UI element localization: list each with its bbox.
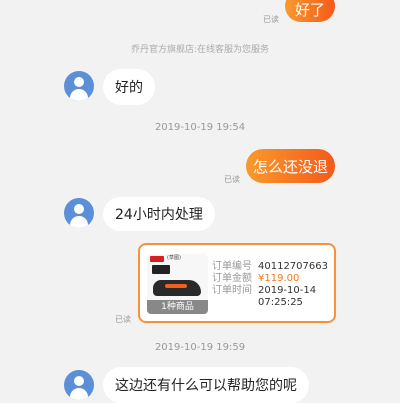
message-bubble-incoming[interactable]: 这边还有什么可以帮助您的呢 bbox=[103, 367, 309, 403]
message-text: 24小时内处理 bbox=[115, 207, 203, 223]
user-avatar-icon[interactable] bbox=[64, 370, 94, 400]
timestamp: 2019-10-19 19:59 bbox=[154, 342, 246, 353]
read-receipt: 已读 bbox=[263, 15, 279, 24]
message-bubble-outgoing[interactable]: 好了 bbox=[285, 0, 335, 22]
user-avatar-icon[interactable] bbox=[64, 198, 94, 228]
brand-logo-icon bbox=[150, 256, 164, 262]
system-notice: 乔丹官方旗舰店:在线客服为您服务 bbox=[130, 45, 270, 55]
message-bubble-incoming[interactable]: 24小时内处理 bbox=[103, 197, 215, 231]
read-receipt: 已读 bbox=[224, 175, 240, 184]
message-text: 好了 bbox=[294, 0, 325, 19]
order-amount-value: ¥119.00 bbox=[258, 273, 300, 284]
order-card[interactable]: (草图) 1种商品 订单编号 40112707663 订单金额 ¥119.00 … bbox=[138, 243, 336, 323]
timestamp: 2019-10-19 19:54 bbox=[154, 122, 246, 133]
message-bubble-outgoing[interactable]: 怎么还没退 bbox=[246, 149, 335, 183]
order-number-label: 订单编号 bbox=[212, 261, 252, 272]
order-number-value: 40112707663 bbox=[258, 261, 328, 272]
order-time-clock: 07:25:25 bbox=[258, 297, 303, 308]
message-text: 这边还有什么可以帮助您的呢 bbox=[115, 378, 297, 394]
message-bubble-incoming[interactable]: 好的 bbox=[103, 69, 155, 105]
item-count: 1种商品 bbox=[147, 300, 208, 314]
product-thumbnail[interactable]: (草图) 1种商品 bbox=[147, 254, 208, 314]
read-receipt: 已读 bbox=[115, 315, 131, 324]
user-avatar-icon[interactable] bbox=[64, 71, 94, 101]
message-text: 怎么还没退 bbox=[252, 157, 328, 176]
order-time-date: 2019-10-14 bbox=[258, 285, 317, 296]
message-text: 好的 bbox=[115, 80, 143, 96]
brand-label: (草图) bbox=[167, 255, 181, 261]
shoe-icon bbox=[153, 280, 201, 296]
order-amount-label: 订单金额 bbox=[212, 273, 252, 284]
shoe-box-icon bbox=[152, 265, 170, 274]
order-time-label: 订单时间 bbox=[212, 285, 252, 296]
